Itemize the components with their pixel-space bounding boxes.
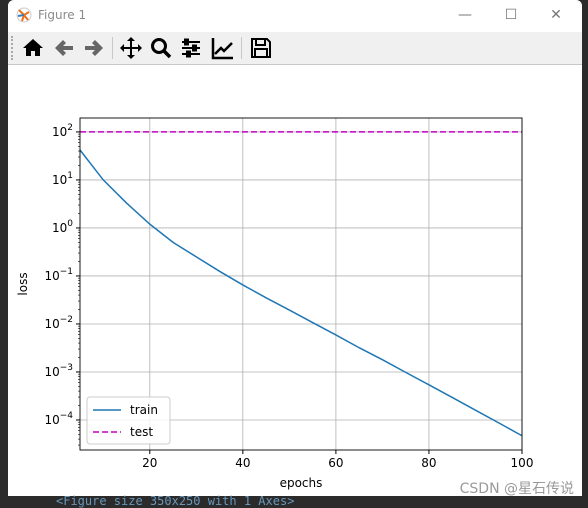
chart: 20 40 60 80 100 102 101 100 10−1 10−2 10−3 10−4 epoc…	[16, 117, 534, 490]
y-tick-label: 102	[52, 123, 73, 139]
x-tick-label: 40	[235, 456, 250, 470]
x-axis-label: epochs	[280, 476, 323, 490]
y-tick-label: 100	[52, 219, 73, 235]
y-tick-label: 10−4	[44, 411, 73, 427]
y-axis-label: loss	[16, 272, 30, 295]
x-tick-label: 80	[421, 456, 436, 470]
legend-label-test: test	[130, 425, 153, 439]
y-tick-label: 10−2	[44, 315, 73, 331]
legend-label-train: train	[130, 403, 158, 417]
figure-window: Figure 1 — ☐ ✕ 20 40 60 80 100 102 101 100 10−1 1…	[8, 0, 582, 496]
y-tick-label: 10−3	[44, 363, 73, 379]
console-output: <Figure size 350x250 with 1 Axes>	[56, 494, 295, 508]
series-line-train	[79, 149, 523, 437]
y-tick-label: 101	[52, 171, 73, 187]
legend: train test	[86, 396, 171, 445]
watermark: CSDN @星石传说	[459, 481, 574, 497]
y-tick-label: 10−1	[44, 267, 73, 283]
x-tick-label: 100	[511, 456, 534, 470]
x-tick-label: 20	[142, 456, 157, 470]
x-tick-label: 60	[328, 456, 343, 470]
